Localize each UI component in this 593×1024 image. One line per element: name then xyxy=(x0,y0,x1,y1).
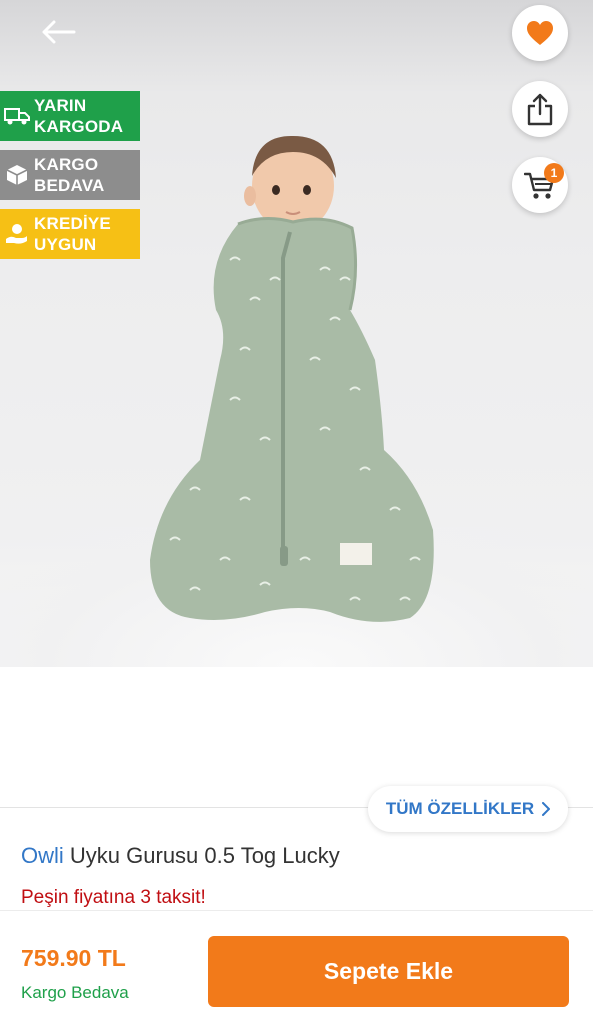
credit-eligible-badge: KREDİYE UYGUN xyxy=(0,209,140,259)
share-icon xyxy=(527,93,553,126)
badge-line2: BEDAVA xyxy=(34,176,105,195)
shipping-info: Kargo Bedava xyxy=(21,983,129,1002)
cart-button[interactable]: 1 xyxy=(512,157,568,213)
installment-promo: Peşin fiyatına 3 taksit! xyxy=(21,887,206,908)
brand-link[interactable]: Owli xyxy=(21,843,64,868)
free-shipping-badge: KARGO BEDAVA xyxy=(0,150,140,200)
back-button[interactable] xyxy=(30,12,86,52)
badge-line1: YARIN xyxy=(34,96,87,115)
badge-line1: KARGO xyxy=(34,155,99,174)
product-title: Owli Uyku Gurusu 0.5 Tog Lucky xyxy=(21,843,340,869)
product-name: Uyku Gurusu 0.5 Tog Lucky xyxy=(69,843,340,868)
next-day-shipping-badge: YARIN KARGODA xyxy=(0,91,140,141)
badge-line2: KARGODA xyxy=(34,117,124,136)
badge-line2: UYGUN xyxy=(34,235,97,254)
box-icon xyxy=(0,150,34,200)
badge-line1: KREDİYE xyxy=(34,214,111,233)
favorite-button[interactable] xyxy=(512,5,568,61)
credit-hand-icon xyxy=(0,209,34,259)
heart-icon xyxy=(527,21,553,45)
chevron-right-icon xyxy=(542,802,551,816)
share-button[interactable] xyxy=(512,81,568,137)
arrow-left-icon xyxy=(42,20,76,44)
add-to-cart-button[interactable]: Sepete Ekle xyxy=(208,936,569,1007)
cart-count-badge: 1 xyxy=(544,163,564,183)
price: 759.90 TL xyxy=(21,945,126,971)
all-specs-button[interactable]: TÜM ÖZELLİKLER xyxy=(368,786,568,832)
truck-icon xyxy=(0,91,34,141)
all-specs-label: TÜM ÖZELLİKLER xyxy=(385,799,535,818)
bottom-divider xyxy=(0,910,593,911)
